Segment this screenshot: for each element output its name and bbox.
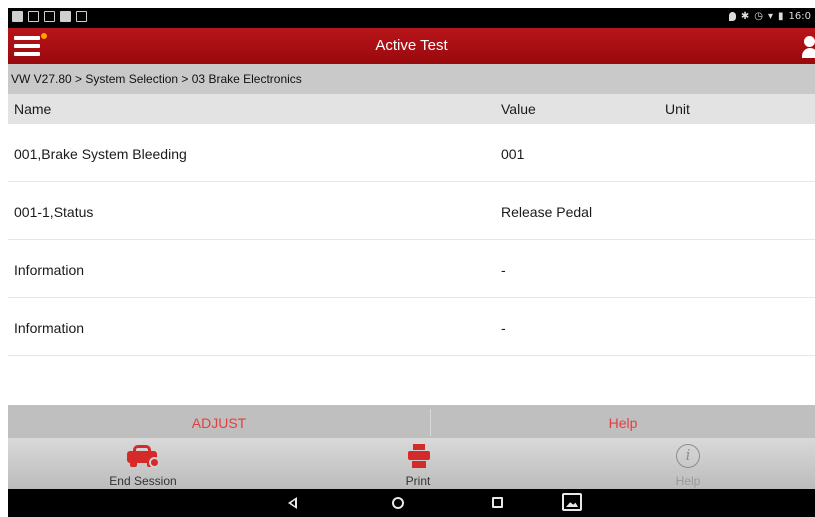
adjust-button[interactable]: ADJUST — [8, 405, 430, 438]
alarm-icon: ◷ — [754, 11, 763, 22]
table-row: Information - — [8, 240, 815, 298]
printer-icon — [408, 444, 430, 468]
location-icon — [728, 12, 736, 21]
screenshot-icon — [76, 11, 87, 22]
column-header-name: Name — [14, 101, 52, 117]
data-table: 001,Brake System Bleeding 001 001-1,Stat… — [8, 124, 815, 356]
cell-name: 001-1,Status — [14, 204, 94, 220]
help-action-button[interactable]: Help — [431, 405, 815, 438]
voicemail-icon — [44, 11, 55, 22]
android-nav-bar — [8, 489, 815, 517]
car-check-icon — [127, 444, 160, 468]
app-header: Active Test — [8, 28, 815, 64]
help-label: Help — [675, 474, 701, 488]
end-session-button[interactable]: End Session — [98, 438, 188, 489]
status-time: 16:0 — [788, 11, 811, 22]
cell-name: Information — [14, 320, 85, 336]
status-bar: ✱ ◷ ▾ ▮ 16:0 — [8, 8, 815, 28]
battery-icon: ▮ — [778, 11, 784, 22]
recent-apps-icon[interactable] — [492, 497, 503, 508]
table-header: Name Value Unit — [8, 94, 815, 124]
print-button[interactable]: Print — [368, 438, 468, 489]
home-icon[interactable] — [392, 497, 404, 509]
cell-value: 001 — [501, 146, 525, 162]
help-toolbar-button[interactable]: i Help — [648, 438, 728, 489]
cell-name: Information — [14, 262, 85, 278]
table-row: 001,Brake System Bleeding 001 — [8, 124, 815, 182]
screenshot-icon[interactable] — [562, 493, 582, 511]
status-notifications — [12, 11, 87, 22]
back-icon[interactable] — [288, 497, 297, 509]
column-header-unit: Unit — [665, 101, 690, 117]
message-icon — [28, 11, 39, 22]
bottom-toolbar: End Session Print i Help — [8, 438, 815, 489]
table-row: Information - — [8, 298, 815, 356]
cell-name: 001,Brake System Bleeding — [14, 146, 187, 162]
cell-value: Release Pedal — [501, 204, 593, 220]
bluetooth-icon: ✱ — [740, 11, 750, 22]
action-bar: ADJUST Help — [8, 405, 815, 438]
notification-icon — [12, 11, 23, 22]
wifi-icon: ▾ — [767, 11, 774, 22]
table-row: 001-1,Status Release Pedal — [8, 182, 815, 240]
column-header-value: Value — [501, 101, 536, 117]
print-label: Print — [405, 474, 431, 488]
breadcrumb: VW V27.80 > System Selection > 03 Brake … — [8, 64, 815, 94]
user-icon[interactable] — [802, 36, 815, 58]
notification-icon — [60, 11, 71, 22]
status-system: ✱ ◷ ▾ ▮ 16:0 — [728, 11, 811, 22]
info-icon: i — [676, 444, 700, 468]
end-session-label: End Session — [109, 474, 177, 488]
cell-value: - — [501, 320, 506, 336]
page-title: Active Test — [375, 37, 448, 54]
cell-value: - — [501, 262, 506, 278]
